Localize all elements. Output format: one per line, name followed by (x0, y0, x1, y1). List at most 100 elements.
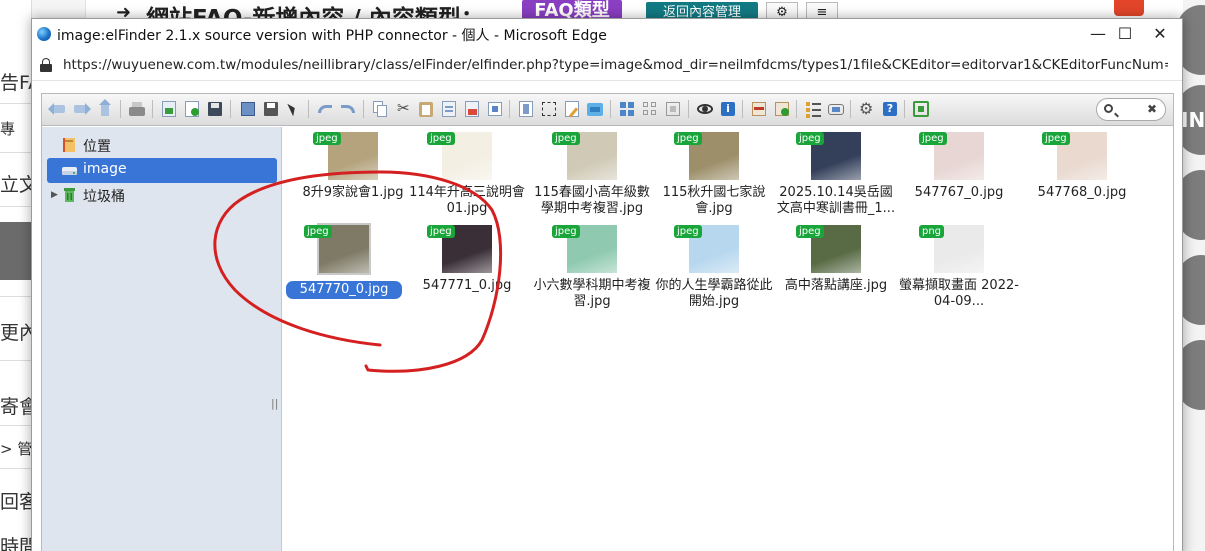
maximize-button[interactable]: ☐ (1111, 23, 1139, 45)
bg-fragment: 時間 (0, 536, 34, 551)
file-name: 547770_0.jpg (286, 281, 402, 299)
bg-fragment: 寄會 (0, 396, 34, 418)
file-item[interactable]: jpeg 8升9家說會1.jpg (292, 130, 414, 222)
bg-fragment: 更內 (0, 322, 34, 344)
back-icon[interactable] (48, 99, 68, 119)
sort-icon[interactable] (826, 99, 846, 119)
file-name: 547768_0.jpg (1037, 185, 1127, 200)
bg-fragment: 告FA (0, 72, 34, 94)
info-icon[interactable]: i (718, 99, 738, 119)
address-bar: https://wuyuenew.com.tw/modules/neillibr… (32, 49, 1182, 81)
bg-grey-block (0, 222, 34, 280)
url-text[interactable]: https://wuyuenew.com.tw/modules/neillibr… (63, 57, 1168, 73)
settings-gear-icon[interactable]: ⚙ (857, 99, 877, 119)
close-button[interactable]: ✕ (1146, 23, 1174, 45)
file-type-badge: jpeg (1042, 132, 1070, 145)
empty-icon[interactable] (485, 99, 505, 119)
file-type-badge: jpeg (427, 225, 455, 238)
background-left-column: 告FA 專 立文 更內 寄會 > 管理 回客 時間 (0, 0, 34, 551)
background-right-rail: IN (1177, 0, 1205, 551)
places-icon (62, 137, 77, 153)
redo-icon[interactable] (338, 99, 358, 119)
file-type-badge: jpeg (796, 225, 824, 238)
search-box[interactable]: ✖ (1096, 98, 1166, 121)
reload-drive-icon[interactable] (127, 99, 147, 119)
fullscreen-icon[interactable] (911, 99, 931, 119)
window-title: image:elFinder 2.1.x source version with… (57, 28, 607, 44)
file-item[interactable]: jpeg 高中落點講座.jpg (775, 223, 897, 315)
panel-resize-handle[interactable]: || (271, 397, 278, 410)
file-name: 114年升高三說明會01.jpg (409, 185, 525, 216)
tree-node-places[interactable]: 位置 (47, 133, 277, 158)
file-item[interactable]: jpeg 小六數學科期中考複習.jpg (531, 223, 653, 315)
file-name: 高中落點講座.jpg (784, 278, 888, 293)
extract-icon[interactable] (772, 99, 792, 119)
file-item[interactable]: jpeg 114年升高三說明會01.jpg (406, 130, 528, 222)
delete-icon[interactable] (462, 99, 482, 119)
bg-fragment: 立文 (0, 174, 34, 196)
bg-fragment: 專 (0, 120, 16, 138)
file-grid: jpeg 8升9家說會1.jpg jpeg 114年升高三說明會01.jpg jpe… (283, 127, 1173, 551)
edit-image-icon[interactable] (585, 99, 605, 119)
file-item[interactable]: jpeg 115春國小高年級數學期中考複習.jpg (531, 130, 653, 222)
tree-node-image[interactable]: image (47, 158, 277, 183)
file-type-badge: jpeg (674, 225, 702, 238)
file-name: 547767_0.jpg (914, 185, 1004, 200)
view-icons-icon[interactable] (617, 99, 637, 119)
file-item[interactable]: jpeg 547767_0.jpg (898, 130, 1020, 222)
undo-icon[interactable] (315, 99, 335, 119)
minimize-button[interactable]: — (1084, 23, 1112, 45)
bg-fragment: > 管理 (0, 440, 34, 458)
file-item[interactable]: jpeg 547768_0.jpg (1021, 130, 1143, 222)
tree-node-trash[interactable]: ▶ 垃圾桶 (47, 183, 277, 208)
open-icon[interactable] (238, 99, 258, 119)
cut-icon[interactable]: ✂ (393, 99, 413, 119)
edge-browser-icon (37, 27, 51, 41)
elfinder-popup-window: image:elFinder 2.1.x source version with… (31, 18, 1183, 551)
file-item[interactable]: jpeg 547771_0.jpg (406, 223, 528, 315)
search-icon (1104, 104, 1113, 113)
bg-fragment: 回客 (0, 491, 34, 513)
up-folder-icon[interactable] (95, 99, 115, 119)
help-icon[interactable]: ? (880, 99, 900, 119)
archive-icon[interactable] (749, 99, 769, 119)
save-icon[interactable] (205, 99, 225, 119)
paste-icon[interactable] (416, 99, 436, 119)
window-titlebar[interactable]: image:elFinder 2.1.x source version with… (32, 19, 1182, 49)
file-name: 小六數學科期中考複習.jpg (533, 278, 651, 309)
preview-eye-icon[interactable] (695, 99, 715, 119)
info-file-icon[interactable] (516, 99, 536, 119)
forward-icon[interactable] (71, 99, 91, 119)
file-type-badge: jpeg (674, 132, 702, 145)
file-item-selected[interactable]: jpeg 547770_0.jpg (283, 223, 405, 315)
select-all-icon[interactable] (539, 99, 559, 119)
bg-orange-tab[interactable] (1114, 0, 1144, 16)
file-name: 547771_0.jpg (422, 278, 512, 293)
file-name: 你的人生學霸路從此開始.jpg (655, 278, 773, 309)
view-small-icons-icon[interactable] (640, 99, 660, 119)
list-view-icon[interactable] (803, 99, 823, 119)
file-item[interactable]: png 螢幕擷取畫面 2022-04-09... (898, 223, 1020, 315)
search-clear-icon[interactable]: ✖ (1147, 102, 1157, 116)
duplicate-icon[interactable] (439, 99, 459, 119)
select-icon[interactable] (284, 99, 304, 119)
file-type-badge: jpeg (796, 132, 824, 145)
lock-icon[interactable] (40, 58, 52, 72)
file-item[interactable]: jpeg 你的人生學霸路從此開始.jpg (653, 223, 775, 315)
download-icon[interactable] (159, 99, 179, 119)
resize-icon[interactable] (663, 99, 683, 119)
new-file-icon[interactable] (182, 99, 202, 119)
elfinder-panel: ✂ i ⚙ ? ✖ 位置 image ▶ 垃圾桶 || jpeg 8升9家說會1… (41, 93, 1174, 551)
file-name: 8升9家說會1.jpg (302, 185, 404, 200)
file-item[interactable]: jpeg 2025.10.14吳岳國文高中寒訓書冊_1... (775, 130, 897, 222)
floppy-icon[interactable] (261, 99, 281, 119)
expand-arrow-icon[interactable]: ▶ (51, 190, 58, 200)
file-item[interactable]: jpeg 115秋升國七家說會.jpg (653, 130, 775, 222)
copy-icon[interactable] (370, 99, 390, 119)
file-type-badge: jpeg (427, 132, 455, 145)
file-type-badge: png (919, 225, 945, 238)
file-type-badge: jpeg (552, 132, 580, 145)
file-name: 螢幕擷取畫面 2022-04-09... (899, 278, 1019, 309)
file-type-badge: jpeg (919, 132, 947, 145)
rename-icon[interactable] (562, 99, 582, 119)
